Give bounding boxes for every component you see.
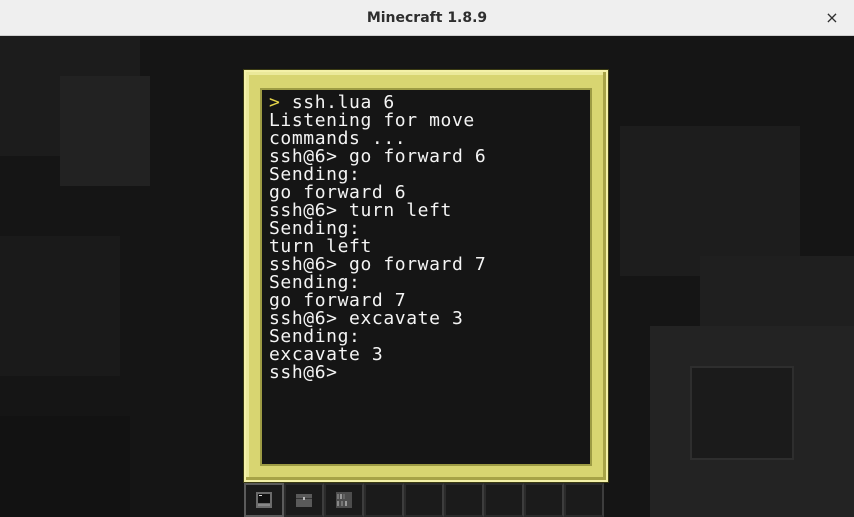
close-button[interactable]: × — [820, 6, 844, 30]
hotbar-slot[interactable] — [484, 483, 524, 517]
hotbar-slot[interactable] — [324, 483, 364, 517]
bookshelf-icon — [335, 491, 353, 509]
window-title: Minecraft 1.8.9 — [366, 10, 488, 26]
computer-icon — [255, 491, 273, 509]
terrain-block — [0, 236, 120, 376]
terminal-line-text: ssh@6> — [269, 362, 338, 383]
terrain-block — [60, 76, 150, 186]
hotbar-slot[interactable] — [364, 483, 404, 517]
terrain-block — [0, 416, 130, 517]
game-viewport: > ssh.lua 6 Listening for move commands ..… — [0, 36, 854, 517]
hotbar-slot[interactable] — [564, 483, 604, 517]
title-bar: Minecraft 1.8.9 × — [0, 0, 854, 36]
terrain-block — [690, 366, 794, 460]
minecraft-window: Minecraft 1.8.9 × > ssh.lua 6 Listening f… — [0, 0, 854, 517]
terrain-block — [620, 126, 800, 276]
terminal-screen[interactable]: > ssh.lua 6 Listening for move commands ..… — [262, 90, 590, 464]
hotbar-slot[interactable] — [284, 483, 324, 517]
chest-icon — [295, 491, 313, 509]
hotbar-slot[interactable] — [404, 483, 444, 517]
hotbar[interactable] — [244, 483, 608, 517]
hotbar-slot[interactable] — [444, 483, 484, 517]
terminal-line: ssh@6> — [269, 364, 486, 382]
terminal-output: > ssh.lua 6 Listening for move commands ..… — [269, 94, 486, 382]
hotbar-slot[interactable] — [244, 483, 284, 517]
hotbar-slot[interactable] — [524, 483, 564, 517]
